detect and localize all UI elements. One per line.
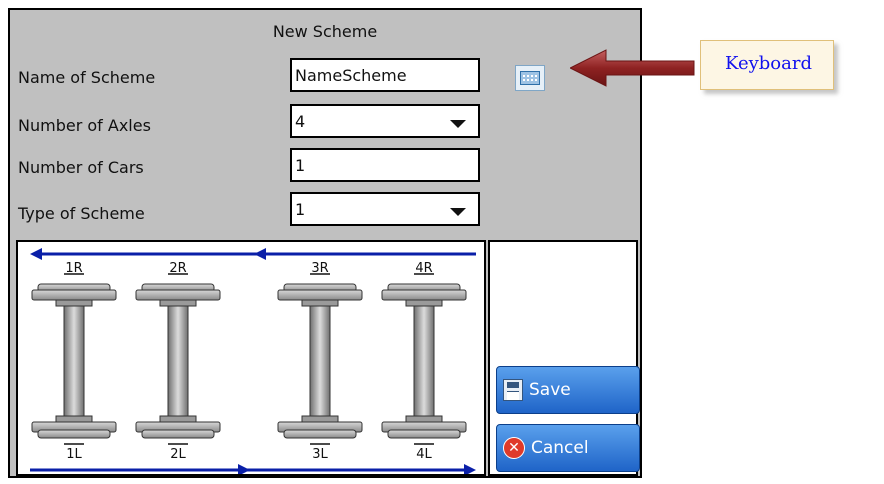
chevron-down-icon bbox=[450, 120, 466, 128]
save-icon bbox=[503, 379, 523, 401]
cancel-button[interactable]: ✕ Cancel bbox=[496, 424, 640, 472]
axle-scheme-diagram: 1R 1L 2R 2L 3R 3L 4R 4L bbox=[16, 240, 486, 476]
axle-bottom-label: 1L bbox=[66, 447, 82, 462]
cancel-icon: ✕ bbox=[503, 437, 525, 459]
callout-arrow-icon bbox=[570, 49, 695, 87]
axle-bottom-label: 3L bbox=[312, 447, 328, 462]
number-of-axles-label: Number of Axles bbox=[18, 116, 151, 135]
axle-bottom-label: 2L bbox=[170, 447, 186, 462]
scheme-name-value: NameScheme bbox=[295, 66, 407, 85]
dialog-title: New Scheme bbox=[272, 22, 378, 41]
save-button[interactable]: Save bbox=[496, 366, 640, 414]
number-of-cars-input[interactable]: 1 bbox=[290, 148, 480, 182]
type-of-scheme-value: 1 bbox=[295, 200, 306, 219]
keyboard-callout-text: Keyboard bbox=[725, 53, 813, 74]
axle-2: 2R 2L bbox=[135, 261, 221, 462]
keyboard-callout: Keyboard bbox=[700, 40, 834, 90]
direction-arrow-top bbox=[30, 248, 476, 260]
axle-1: 1R 1L bbox=[31, 261, 117, 462]
axle-bottom-label: 4L bbox=[416, 447, 432, 462]
chevron-down-icon bbox=[450, 208, 466, 216]
number-of-cars-label: Number of Cars bbox=[18, 158, 144, 177]
direction-arrow-bottom bbox=[30, 464, 476, 476]
keyboard-icon[interactable] bbox=[515, 65, 545, 91]
type-of-scheme-label: Type of Scheme bbox=[18, 204, 145, 223]
action-panel: Save ✕ Cancel bbox=[488, 240, 640, 476]
number-of-axles-value: 4 bbox=[295, 112, 306, 131]
name-of-scheme-label: Name of Scheme bbox=[18, 68, 156, 87]
new-scheme-dialog: New Scheme Name of Scheme NameScheme Num… bbox=[8, 8, 642, 478]
number-of-axles-select[interactable]: 4 bbox=[290, 104, 480, 138]
type-of-scheme-select[interactable]: 1 bbox=[290, 192, 480, 226]
number-of-cars-value: 1 bbox=[295, 156, 306, 175]
save-button-label: Save bbox=[529, 380, 571, 400]
axle-4: 4R 4L bbox=[381, 261, 467, 462]
scheme-name-input[interactable]: NameScheme bbox=[290, 58, 480, 92]
cancel-button-label: Cancel bbox=[531, 438, 589, 458]
axle-scheme-svg: 1R 1L 2R 2L 3R 3L 4R 4L bbox=[30, 248, 476, 476]
axle-3: 3R 3L bbox=[277, 261, 363, 462]
